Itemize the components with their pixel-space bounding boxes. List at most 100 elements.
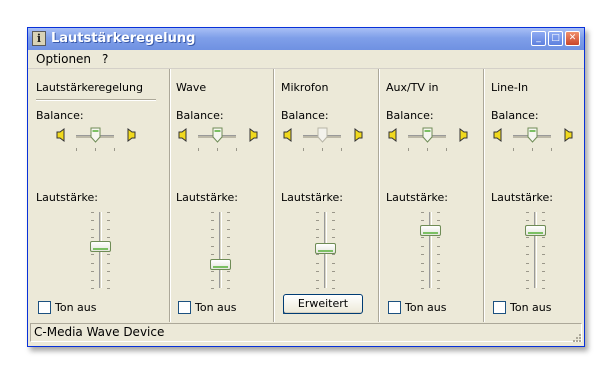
menu-optionen[interactable]: Optionen — [36, 52, 91, 66]
mute-checkbox[interactable] — [178, 301, 191, 314]
volume-tick — [421, 280, 424, 281]
mute-checkbox[interactable] — [493, 301, 506, 314]
volume-tick — [542, 280, 545, 281]
volume-track[interactable] — [534, 212, 537, 288]
volume-tick — [107, 280, 110, 281]
volume-tick — [526, 288, 529, 289]
volume-slider-thumb[interactable] — [420, 225, 441, 236]
volume-tick — [316, 288, 319, 289]
volume-tick — [227, 212, 230, 213]
volume-tick — [437, 288, 440, 289]
minimize-button[interactable]: _ — [531, 31, 546, 46]
channel-2: MikrofonBalance:Lautstärke:Ton aus — [276, 69, 379, 322]
volume-tick — [332, 271, 335, 272]
balance-tick — [76, 148, 77, 151]
window-title: Lautstärkeregelung — [51, 31, 196, 46]
menu-help[interactable]: ? — [102, 52, 108, 66]
volume-tick — [227, 271, 230, 272]
channel-name: Lautstärkeregelung — [36, 81, 143, 94]
size-grip-icon[interactable] — [571, 332, 581, 342]
volume-tick — [107, 271, 110, 272]
volume-tick — [316, 229, 319, 230]
balance-slider-thumb[interactable] — [317, 127, 328, 143]
volume-tick — [211, 220, 214, 221]
volume-tick — [107, 263, 110, 264]
volume-tick — [91, 254, 94, 255]
volume-tick — [227, 280, 230, 281]
mute-label: Ton aus — [405, 301, 447, 314]
volume-slider-thumb[interactable] — [90, 241, 111, 252]
mute-checkbox[interactable] — [38, 301, 51, 314]
balance-tick — [532, 148, 533, 151]
volume-tick — [227, 288, 230, 289]
close-button[interactable]: ✕ — [565, 31, 580, 46]
volume-slider-thumb[interactable] — [525, 225, 546, 236]
volume-tick — [211, 237, 214, 238]
mute-label: Ton aus — [195, 301, 237, 314]
info-icon[interactable]: i — [32, 31, 46, 46]
volume-tick — [526, 271, 529, 272]
volume-tick — [421, 220, 424, 221]
channel-3: Aux/TV in Balance: Lautstärke: Ton aus — [381, 69, 484, 322]
balance-tick — [446, 148, 447, 151]
balance-tick — [198, 148, 199, 151]
volume-tick — [437, 246, 440, 247]
balance-tick — [427, 148, 428, 151]
volume-tick — [437, 237, 440, 238]
volume-tick — [437, 263, 440, 264]
speaker-right-icon — [248, 127, 258, 142]
advanced-button[interactable]: Erweitert — [283, 294, 363, 314]
volume-tick — [107, 254, 110, 255]
balance-label: Balance: — [386, 109, 434, 122]
volume-slider-thumb[interactable] — [315, 243, 336, 254]
volume-tick — [542, 271, 545, 272]
volume-tick — [211, 229, 214, 230]
volume-tick — [526, 263, 529, 264]
mute-label: Ton aus — [510, 301, 552, 314]
mixer-window: i Lautstärkeregelung _ □ ✕ Optionen ? La… — [27, 27, 585, 347]
volume-tick — [332, 229, 335, 230]
channel-divider — [483, 69, 485, 322]
maximize-button[interactable]: □ — [548, 31, 563, 46]
volume-tick — [332, 288, 335, 289]
volume-tick — [91, 212, 94, 213]
volume-tick — [211, 280, 214, 281]
volume-track[interactable] — [219, 212, 222, 288]
volume-tick — [437, 280, 440, 281]
volume-tick — [91, 229, 94, 230]
volume-tick — [526, 280, 529, 281]
volume-tick — [332, 220, 335, 221]
balance-label: Balance: — [176, 109, 224, 122]
volume-tick — [542, 212, 545, 213]
volume-slider-thumb[interactable] — [210, 259, 231, 270]
balance-slider-thumb[interactable] — [212, 127, 223, 143]
balance-label: Balance: — [36, 109, 84, 122]
balance-slider-thumb[interactable] — [527, 127, 538, 143]
balance-slider-thumb[interactable] — [422, 127, 433, 143]
volume-tick — [91, 263, 94, 264]
volume-tick — [91, 288, 94, 289]
volume-tick — [437, 220, 440, 221]
volume-tick — [91, 237, 94, 238]
title-bar[interactable]: i Lautstärkeregelung _ □ ✕ — [28, 28, 584, 50]
volume-tick — [542, 254, 545, 255]
volume-tick — [107, 229, 110, 230]
volume-label: Lautstärke: — [491, 191, 553, 204]
volume-tick — [227, 246, 230, 247]
volume-tick — [332, 263, 335, 264]
channel-4: Line-In Balance: Lautstärke: Ton aus — [486, 69, 581, 322]
volume-tick — [421, 271, 424, 272]
volume-label: Lautstärke: — [281, 191, 343, 204]
volume-track[interactable] — [429, 212, 432, 288]
balance-slider-thumb[interactable] — [90, 127, 101, 143]
volume-tick — [421, 254, 424, 255]
balance-tick — [303, 148, 304, 151]
mute-checkbox[interactable] — [388, 301, 401, 314]
speaker-left-icon — [283, 127, 293, 142]
volume-tick — [107, 212, 110, 213]
volume-tick — [316, 237, 319, 238]
volume-tick — [542, 237, 545, 238]
volume-tick — [437, 254, 440, 255]
volume-tick — [227, 220, 230, 221]
menu-bar: Optionen ? — [28, 50, 584, 69]
